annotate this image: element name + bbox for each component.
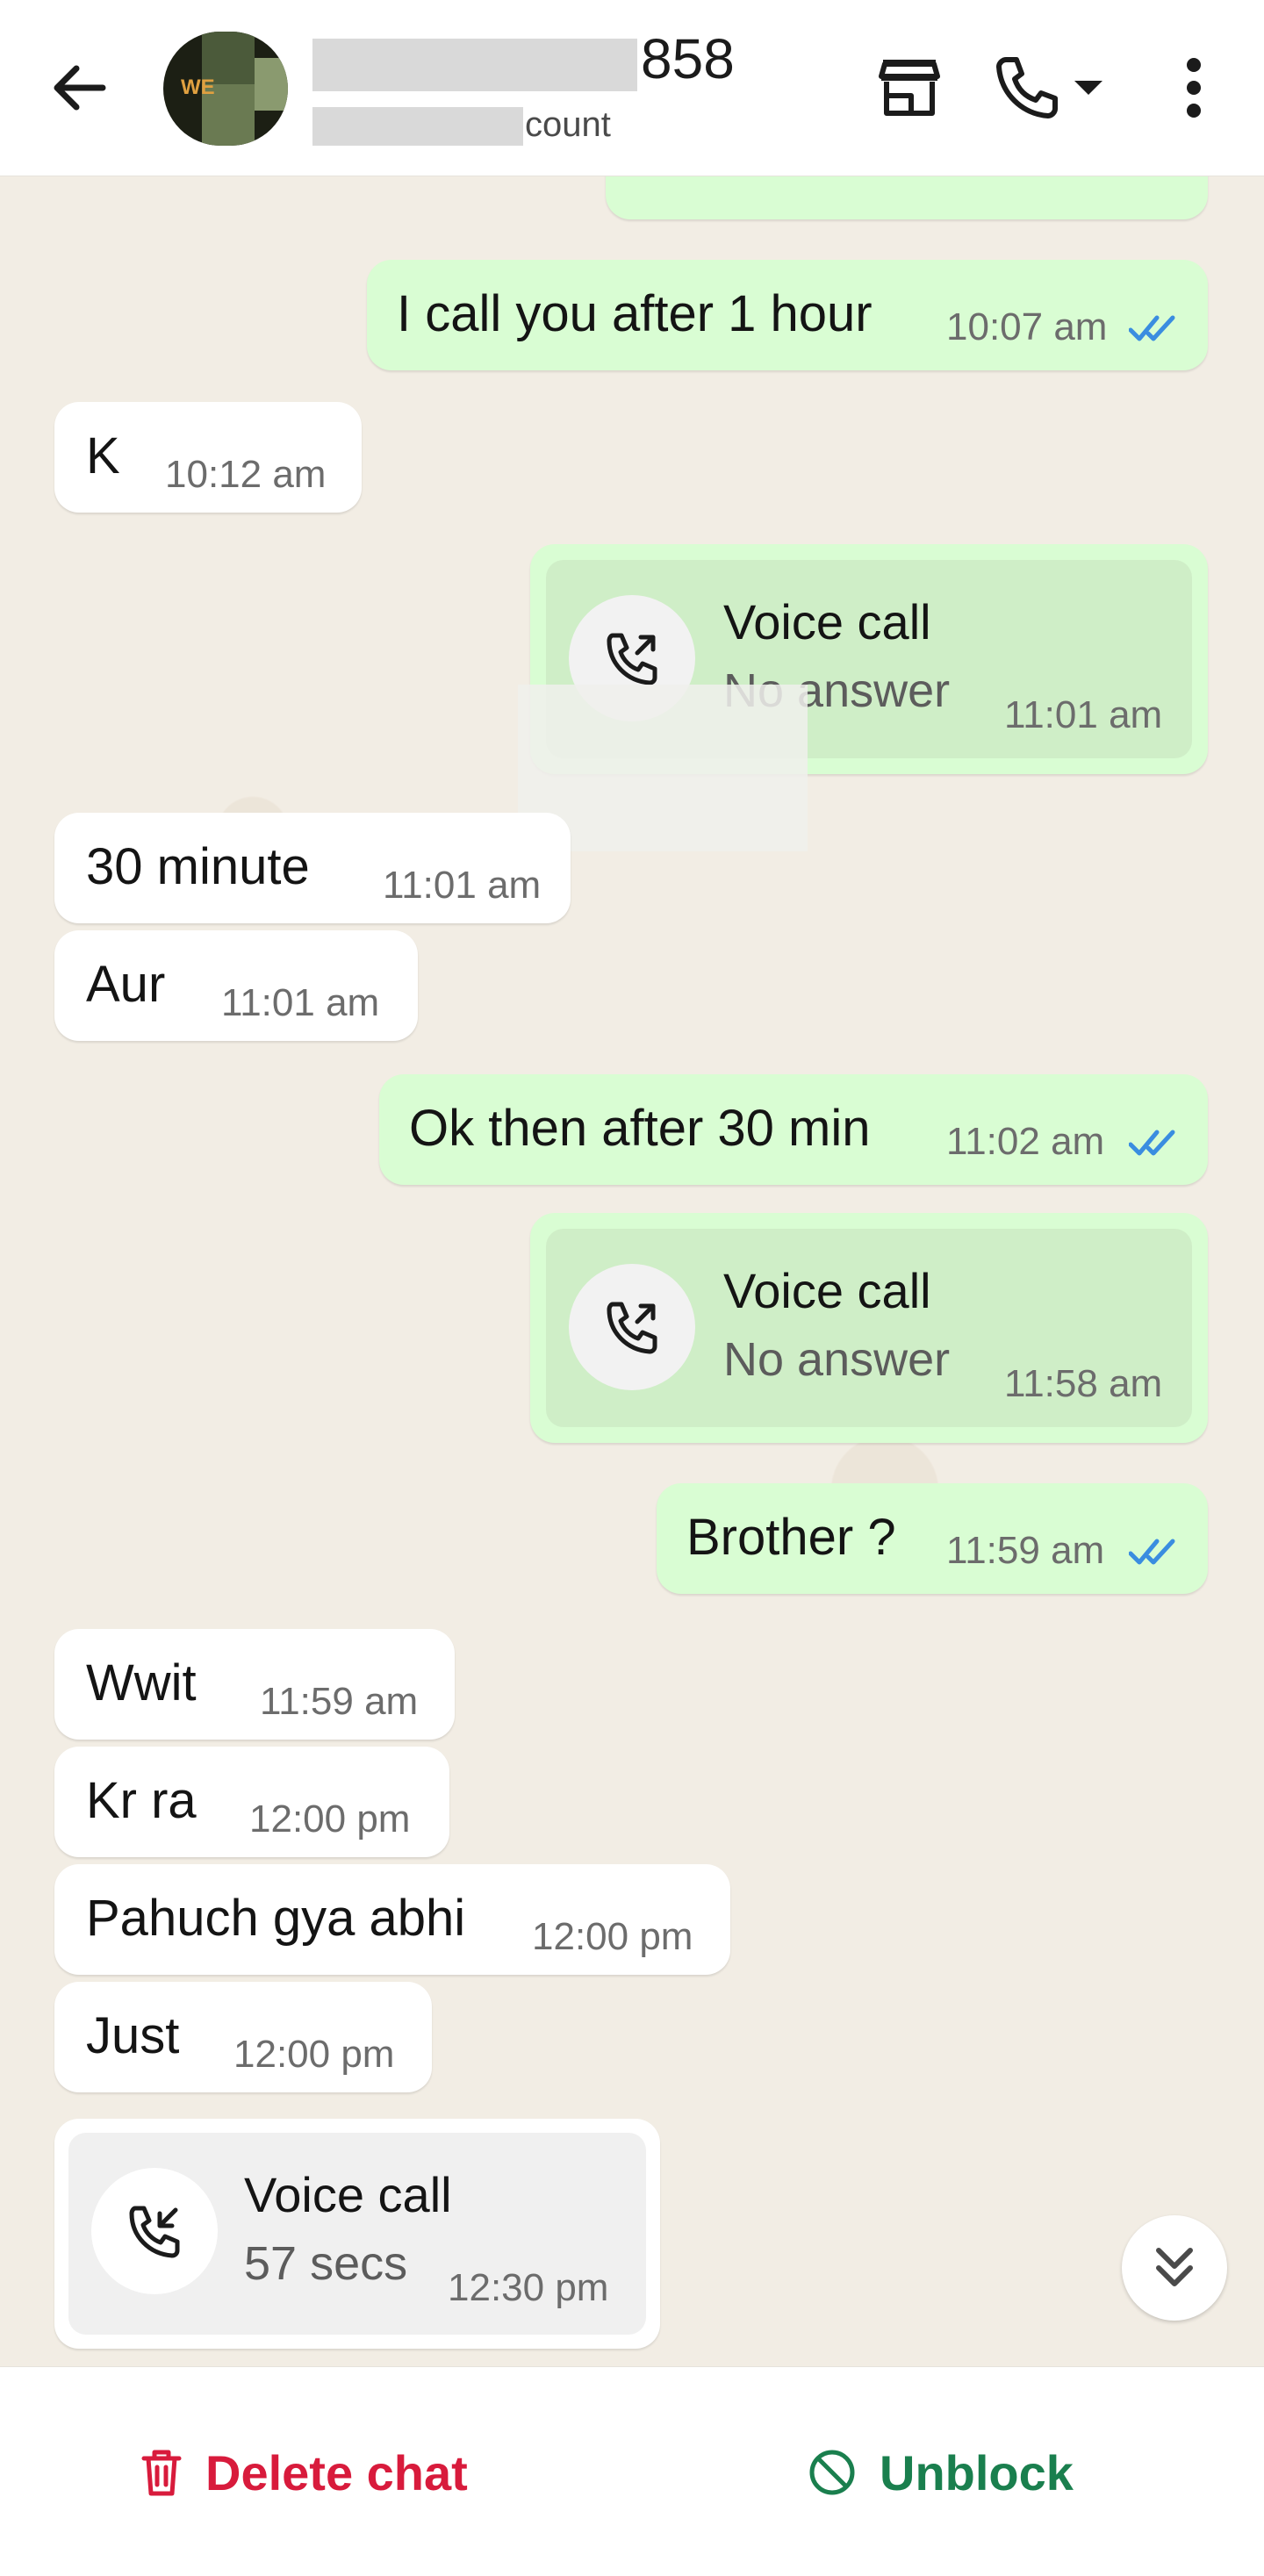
call-card: Voice call No answer 11:58 am [546, 1229, 1192, 1427]
call-card: Voice call 57 secs 12:30 pm [68, 2133, 646, 2335]
message-time: 11:01 am [1004, 693, 1163, 736]
unblock-button[interactable]: Unblock [808, 2429, 1074, 2516]
message-text: Kr ra [86, 1772, 197, 1829]
delete-chat-button[interactable]: Delete chat [140, 2429, 468, 2516]
message-text: Just [86, 2007, 180, 2064]
message-time: 11:58 am [1004, 1362, 1163, 1405]
contact-name[interactable]: 858 [641, 26, 735, 91]
bottom-action-bar: Delete chat Unblock [0, 2366, 1264, 2576]
more-options-button[interactable] [1167, 51, 1220, 125]
message-time: 11:02 am [946, 1120, 1105, 1163]
call-title: Voice call [723, 1263, 931, 1318]
scroll-to-bottom-button[interactable] [1122, 2215, 1227, 2321]
call-icon-circle [569, 1264, 695, 1390]
incoming-call-icon [129, 2206, 180, 2258]
read-ticks-icon [1129, 315, 1175, 341]
avatar[interactable]: WE [163, 32, 288, 146]
back-arrow-icon [54, 65, 106, 111]
message-bubble[interactable]: Ok then after 30 min 11:02 am [379, 1074, 1208, 1185]
message-text: Wwit [86, 1654, 197, 1711]
message-text: Ok then after 30 min [409, 1100, 871, 1157]
call-title: Voice call [244, 2167, 452, 2222]
outgoing-call-icon [607, 1302, 657, 1354]
message-time: 11:59 am [946, 1529, 1105, 1572]
message-time: 10:07 am [946, 305, 1108, 348]
message-bubble[interactable]: K 10:12 am [54, 402, 362, 513]
message-time: 12:00 pm [532, 1915, 693, 1958]
message-text: Brother ? [686, 1509, 896, 1566]
message-bubble[interactable]: I call you after 1 hour 10:07 am [367, 260, 1208, 370]
message-text: 30 minute [86, 838, 310, 895]
trash-icon [141, 2450, 182, 2496]
partial-bubble [606, 176, 1208, 219]
call-bubble[interactable]: Voice call 57 secs 12:30 pm [54, 2119, 660, 2349]
call-status: No answer [723, 1333, 951, 1386]
message-time: 11:01 am [221, 981, 380, 1024]
call-button[interactable] [992, 51, 1106, 125]
call-icon-circle [91, 2168, 218, 2294]
message-text: Aur [86, 956, 166, 1013]
unblock-label: Unblock [880, 2444, 1074, 2501]
message-time: 12:00 pm [233, 2033, 395, 2076]
message-bubble[interactable]: Kr ra 12:00 pm [54, 1747, 449, 1857]
message-time: 12:00 pm [249, 1797, 411, 1841]
store-icon [879, 60, 940, 116]
message-time: 10:12 am [165, 453, 327, 496]
message-bubble[interactable]: 30 minute 11:01 am [54, 813, 571, 923]
message-bubble[interactable]: Brother ? 11:59 am [657, 1483, 1208, 1594]
redacted-name [312, 39, 637, 91]
message-bubble[interactable]: Wwit 11:59 am [54, 1629, 455, 1740]
outgoing-call-icon [607, 633, 657, 685]
dropdown-caret-icon [1074, 81, 1102, 95]
message-time: 12:30 pm [448, 2266, 609, 2309]
delete-chat-label: Delete chat [205, 2444, 468, 2501]
shop-button[interactable] [873, 54, 946, 121]
call-duration: 57 secs [244, 2237, 408, 2290]
message-bubble[interactable]: Just 12:00 pm [54, 1982, 432, 2092]
contact-subtitle: count [525, 105, 611, 144]
back-button[interactable] [39, 53, 118, 123]
block-circle-icon [809, 2450, 855, 2495]
read-ticks-icon [1129, 1539, 1175, 1565]
message-bubble[interactable]: Pahuch gya abhi 12:00 pm [54, 1864, 730, 1975]
redacted-subtitle [312, 107, 523, 146]
message-bubble[interactable]: Aur 11:01 am [54, 930, 418, 1041]
message-text: Pahuch gya abhi [86, 1890, 466, 1947]
message-text: K [86, 427, 120, 484]
message-text: I call you after 1 hour [397, 285, 873, 342]
chat-header: WE 858 count [0, 0, 1264, 176]
call-title: Voice call [723, 594, 931, 649]
double-chevron-down-icon [1156, 2248, 1193, 2286]
more-vert-icon [1187, 58, 1201, 118]
message-time: 11:59 am [260, 1680, 419, 1723]
call-bubble[interactable]: Voice call No answer 11:58 am [530, 1213, 1208, 1443]
phone-icon [996, 57, 1058, 118]
read-ticks-icon [1129, 1130, 1175, 1156]
chat-area[interactable]: I call you after 1 hour 10:07 am K 10:12… [0, 176, 1264, 2366]
message-time: 11:01 am [383, 864, 542, 907]
